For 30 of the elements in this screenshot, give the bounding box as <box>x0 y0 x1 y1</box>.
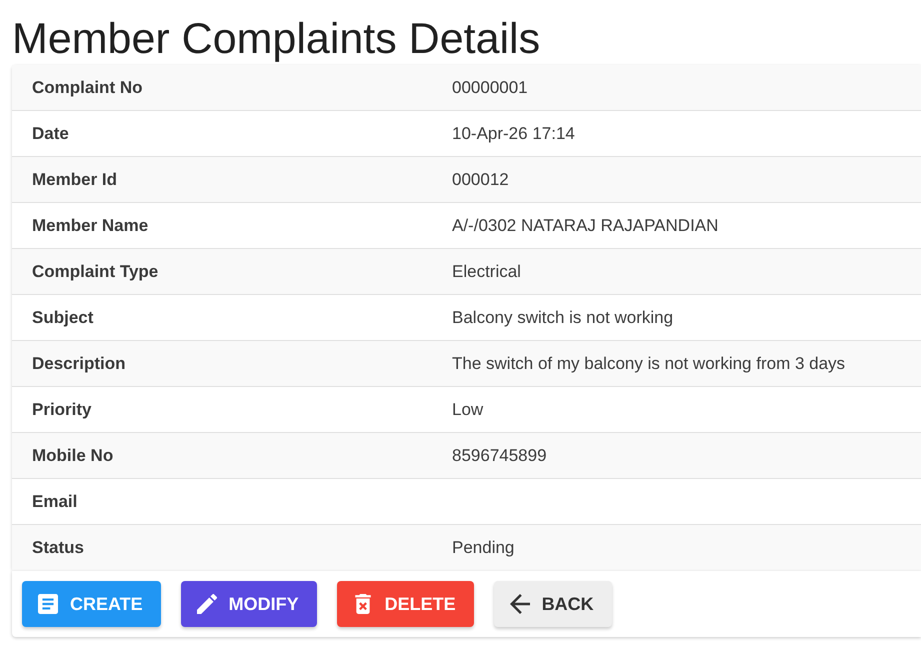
arrow-left-icon <box>510 594 530 614</box>
field-label: Member Name <box>32 216 148 236</box>
action-button[interactable]: MODIFY <box>180 581 317 627</box>
field-value: 8596745899 <box>452 446 547 466</box>
field-label: Subject <box>32 308 94 328</box>
field-label: Status <box>32 538 84 558</box>
field-value: A/-/0302 NATARAJ RAJAPANDIAN <box>452 216 718 236</box>
document-icon <box>38 594 58 614</box>
field-label: Complaint Type <box>32 262 158 282</box>
field-label: Priority <box>32 400 92 420</box>
action-button[interactable]: CREATE <box>22 581 161 627</box>
field-value: The switch of my balcony is not working from 3 days <box>452 354 846 374</box>
field-value: Balcony switch is not working <box>452 308 674 328</box>
field-label: Date <box>32 124 69 144</box>
field-value: Pending <box>452 538 514 558</box>
action-button[interactable]: BACK <box>494 581 612 627</box>
field-label: Description <box>32 354 126 374</box>
trash-icon <box>352 594 373 614</box>
field-value: 10-Apr-26 17:14 <box>452 124 575 144</box>
field-value: 000012 <box>452 170 509 190</box>
field-label: Email <box>32 492 78 512</box>
field-value: Electrical <box>452 262 521 282</box>
pencil-icon <box>196 594 217 614</box>
field-value: Low <box>452 400 484 420</box>
action-button[interactable]: DELETE <box>336 581 474 627</box>
page-title: Member Complaints Details <box>12 14 540 65</box>
field-label: Member Id <box>32 170 118 190</box>
field-value: 00000001 <box>452 78 528 98</box>
field-label: Complaint No <box>32 78 142 98</box>
field-label: Mobile No <box>32 446 114 466</box>
